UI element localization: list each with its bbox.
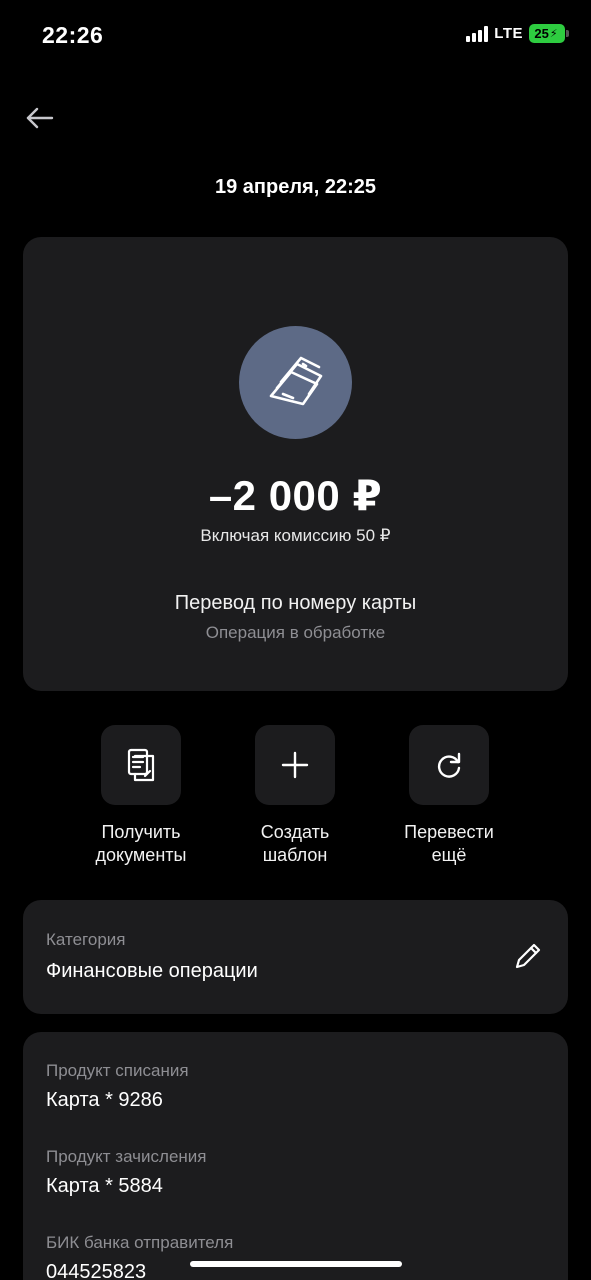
home-indicator[interactable] bbox=[190, 1261, 402, 1267]
credit-product-value: Карта * 5884 bbox=[46, 1175, 163, 1197]
arrow-left-icon bbox=[26, 107, 54, 129]
pencil-icon bbox=[515, 943, 541, 969]
signal-icon bbox=[466, 25, 489, 42]
create-template-icon-button[interactable] bbox=[255, 725, 335, 805]
operation-title: Перевод по номеру карты bbox=[174, 592, 417, 614]
credit-product-label: Продукт зачисления bbox=[46, 1147, 207, 1166]
transfer-again-button[interactable]: Перевести ещё bbox=[374, 725, 524, 867]
status-indicators: LTE 25 ⚡ bbox=[466, 24, 569, 43]
repeat-icon bbox=[437, 752, 461, 778]
get-documents-button[interactable]: Получить документы bbox=[66, 725, 216, 867]
get-documents-label-line2: документы bbox=[95, 845, 187, 865]
status-bar: 22:26 LTE 25 ⚡ bbox=[0, 0, 591, 70]
create-template-label-line1: Создать bbox=[260, 822, 330, 842]
banknotes-icon bbox=[269, 356, 322, 405]
operation-status: Операция в обработке bbox=[205, 623, 386, 642]
document-icon bbox=[127, 748, 155, 782]
back-button[interactable] bbox=[22, 100, 58, 136]
sender-bik-label: БИК банка отправителя bbox=[46, 1233, 234, 1252]
get-documents-label-line1: Получить bbox=[101, 822, 181, 842]
edit-category-button[interactable] bbox=[510, 938, 546, 974]
plus-icon bbox=[281, 751, 309, 779]
transfer-again-icon-button[interactable] bbox=[409, 725, 489, 805]
battery-level: 25 bbox=[534, 26, 549, 41]
category-card[interactable]: Категория Финансовые операции bbox=[23, 900, 568, 1014]
network-type: LTE bbox=[494, 25, 523, 42]
debit-product-value: Карта * 9286 bbox=[46, 1089, 163, 1111]
operation-date: 19 апреля, 22:25 bbox=[215, 176, 376, 198]
debit-product-label: Продукт списания bbox=[46, 1061, 189, 1080]
operation-icon bbox=[239, 326, 352, 439]
battery-icon: 25 ⚡ bbox=[529, 24, 569, 43]
category-value: Финансовые операции bbox=[46, 960, 258, 982]
operation-card: –2 000 ₽ Включая комиссию 50 ₽ Перевод п… bbox=[23, 237, 568, 691]
sender-bik-value: 044525823 bbox=[46, 1261, 147, 1280]
details-card: Продукт списания Карта * 9286 Продукт за… bbox=[23, 1032, 568, 1280]
create-template-label: Создать шаблон bbox=[225, 821, 365, 867]
create-template-button[interactable]: Создать шаблон bbox=[220, 725, 370, 867]
operation-amount: –2 000 ₽ bbox=[208, 472, 383, 519]
category-label: Категория bbox=[46, 930, 126, 949]
commission-text: Включая комиссию 50 ₽ bbox=[200, 526, 391, 545]
get-documents-icon-button[interactable] bbox=[101, 725, 181, 805]
transfer-again-label-line1: Перевести bbox=[404, 822, 494, 842]
get-documents-label: Получить документы bbox=[71, 821, 211, 867]
status-time: 22:26 bbox=[42, 22, 104, 48]
transfer-again-label: Перевести ещё bbox=[379, 821, 519, 867]
transfer-again-label-line2: ещё bbox=[431, 845, 467, 865]
charging-bolt-icon: ⚡ bbox=[549, 28, 558, 40]
create-template-label-line2: шаблон bbox=[262, 845, 328, 865]
